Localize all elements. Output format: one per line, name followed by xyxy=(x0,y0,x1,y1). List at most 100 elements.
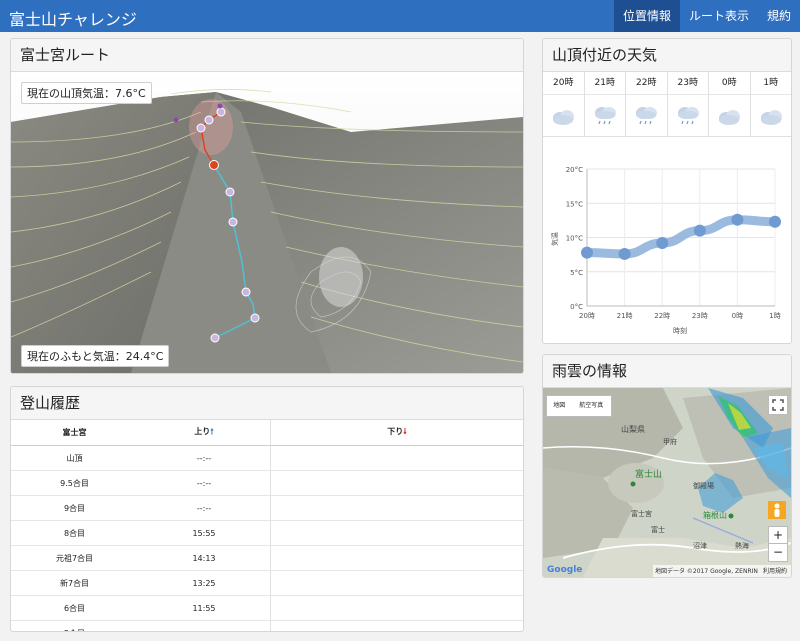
map-label-fujinomiya: 富士宮 xyxy=(631,509,652,518)
nav-location[interactable]: 位置情報 xyxy=(613,0,680,32)
pegman-icon xyxy=(774,503,780,517)
rain-title: 雨雲の情報 xyxy=(543,355,791,388)
x-tick-label: 23時 xyxy=(692,312,708,320)
chart-x-label: 時刻 xyxy=(673,326,687,335)
map-label-yamanashi: 山梨県 xyxy=(621,424,645,434)
rain-icon xyxy=(594,105,617,125)
rain-icon xyxy=(635,105,658,125)
row-station: 6合目 xyxy=(11,595,138,621)
data-point xyxy=(769,215,781,228)
map-label-atami: 熱海 xyxy=(735,541,749,550)
row-up-time: --:-- xyxy=(138,445,271,471)
mountain-3d-map[interactable] xyxy=(11,72,523,373)
forecast-cell: 21時 xyxy=(584,72,626,137)
summit-temperature: 現在の山頂気温：7.6°C xyxy=(21,82,152,104)
row-down-time xyxy=(270,445,523,471)
row-up-time: 13:25 xyxy=(138,570,271,596)
col-up-label: 上り xyxy=(194,426,211,436)
row-down-time xyxy=(270,520,523,546)
waypoint-8th-station[interactable] xyxy=(225,187,235,197)
row-station: 元祖7合目 xyxy=(11,545,138,571)
forecast-cell: 1時 xyxy=(750,72,791,137)
arrow-down-icon: 🠗 xyxy=(403,426,407,436)
col-down: 下り🠗 xyxy=(270,420,523,446)
waypoint-new-7th-station[interactable] xyxy=(241,287,251,297)
col-route: 富士宮 xyxy=(11,420,138,446)
col-up: 上り🠕 xyxy=(138,420,271,446)
table-row: 9.5合目 --:-- xyxy=(11,470,523,496)
waypoint-summit[interactable] xyxy=(216,107,226,117)
map-label-gotemba: 御殿場 xyxy=(693,481,714,490)
data-point xyxy=(731,213,744,226)
map-tab[interactable]: 地図 xyxy=(547,396,572,416)
row-up-time: 14:13 xyxy=(138,545,271,571)
chart-y-label: 気温 xyxy=(550,232,559,246)
route-panel: 富士宮ルート 現在の山頂気温：7.6°C 現在のふもと気温：24.4°C xyxy=(10,38,524,374)
temperature-line xyxy=(582,215,780,259)
rain-icon xyxy=(677,105,700,125)
fullscreen-icon xyxy=(772,399,784,411)
table-row: 9合目 --:-- xyxy=(11,495,523,521)
app-title[interactable]: 富士山チャレンジ xyxy=(9,6,137,30)
x-tick-label: 21時 xyxy=(617,312,633,320)
forecast-hour: 23時 xyxy=(667,72,708,95)
satellite-tab[interactable]: 航空写真 xyxy=(572,396,611,416)
map-label-kofu: 甲府 xyxy=(663,437,677,446)
zoom-out-button[interactable]: − xyxy=(768,543,788,562)
history-title: 登山履歴 xyxy=(11,387,523,420)
temperature-chart: 0°C 5°C 10°C 15°C 20°C 20時 21時 22時 23時 0時 1時 気温 時… xyxy=(550,166,781,335)
cloud-icon xyxy=(719,109,741,125)
forecast-cell: 22時 xyxy=(626,72,668,137)
waypoint-5th-station[interactable] xyxy=(210,333,220,343)
table-row: 5合目 --:-- xyxy=(11,620,523,631)
row-station: 新7合目 xyxy=(11,570,138,596)
row-up-time: 15:55 xyxy=(138,520,271,546)
y-tick-label: 15°C xyxy=(566,200,583,208)
row-station: 9.5合目 xyxy=(11,470,138,496)
y-tick-label: 5°C xyxy=(570,269,583,277)
map-terms-link: 利用規約 xyxy=(763,567,787,575)
forecast-cell: 0時 xyxy=(709,72,751,137)
data-point xyxy=(693,224,706,237)
y-tick-label: 0°C xyxy=(570,303,583,311)
history-table: 富士宮 上り🠕 下り🠗 山頂 --:-- 9.5合目 --:-- 9合目 --:… xyxy=(11,420,523,631)
row-down-time xyxy=(270,495,523,521)
data-point xyxy=(618,247,631,260)
map-label-numazu: 沼津 xyxy=(693,541,707,550)
waypoint-6th-station[interactable] xyxy=(250,313,260,323)
row-station: 8合目 xyxy=(11,520,138,546)
weather-panel: 山頂付近の天気 20時 21時 22時 23時 0時 1時 0°C 5°C 10°C… xyxy=(542,38,792,344)
chart-y-ticks: 0°C 5°C 10°C 15°C 20°C xyxy=(566,166,583,311)
table-row: 8合目 15:55 xyxy=(11,520,523,546)
waypoint-9-5th-station[interactable] xyxy=(204,115,214,125)
nav-menu: 位置情報 ルート表示 規約 xyxy=(613,0,800,32)
forecast-hour: 20時 xyxy=(543,72,584,95)
row-down-time xyxy=(270,570,523,596)
route-title: 富士宮ルート xyxy=(11,39,523,72)
row-station: 9合目 xyxy=(11,495,138,521)
x-tick-label: 22時 xyxy=(654,312,670,320)
waypoint-original-7th-station[interactable] xyxy=(228,217,238,227)
y-tick-label: 20°C xyxy=(566,166,583,174)
y-tick-label: 10°C xyxy=(566,235,583,243)
waypoint-9th-station[interactable] xyxy=(196,123,206,133)
nav-terms[interactable]: 規約 xyxy=(758,0,800,32)
row-down-time xyxy=(270,620,523,631)
map-type-toggle: 地図 航空写真 xyxy=(546,395,612,417)
x-tick-label: 1時 xyxy=(769,312,780,320)
row-down-time xyxy=(270,595,523,621)
fullscreen-button[interactable] xyxy=(768,395,788,415)
col-down-label: 下り xyxy=(387,426,404,436)
cloud-icon xyxy=(760,109,782,125)
nav-route-display[interactable]: ルート表示 xyxy=(680,0,758,32)
x-tick-label: 0時 xyxy=(732,312,743,320)
row-station: 山頂 xyxy=(11,445,138,471)
x-tick-label: 20時 xyxy=(579,312,595,320)
map-label-mt-fuji: 富士山 xyxy=(635,468,662,480)
row-station: 5合目 xyxy=(11,620,138,631)
street-view-button[interactable] xyxy=(768,501,786,519)
google-logo: Google xyxy=(547,565,582,575)
forecast-cell: 23時 xyxy=(667,72,709,137)
map-label-hakone: 箱根山 xyxy=(703,510,727,520)
base-temperature: 現在のふもと気温：24.4°C xyxy=(21,345,170,367)
